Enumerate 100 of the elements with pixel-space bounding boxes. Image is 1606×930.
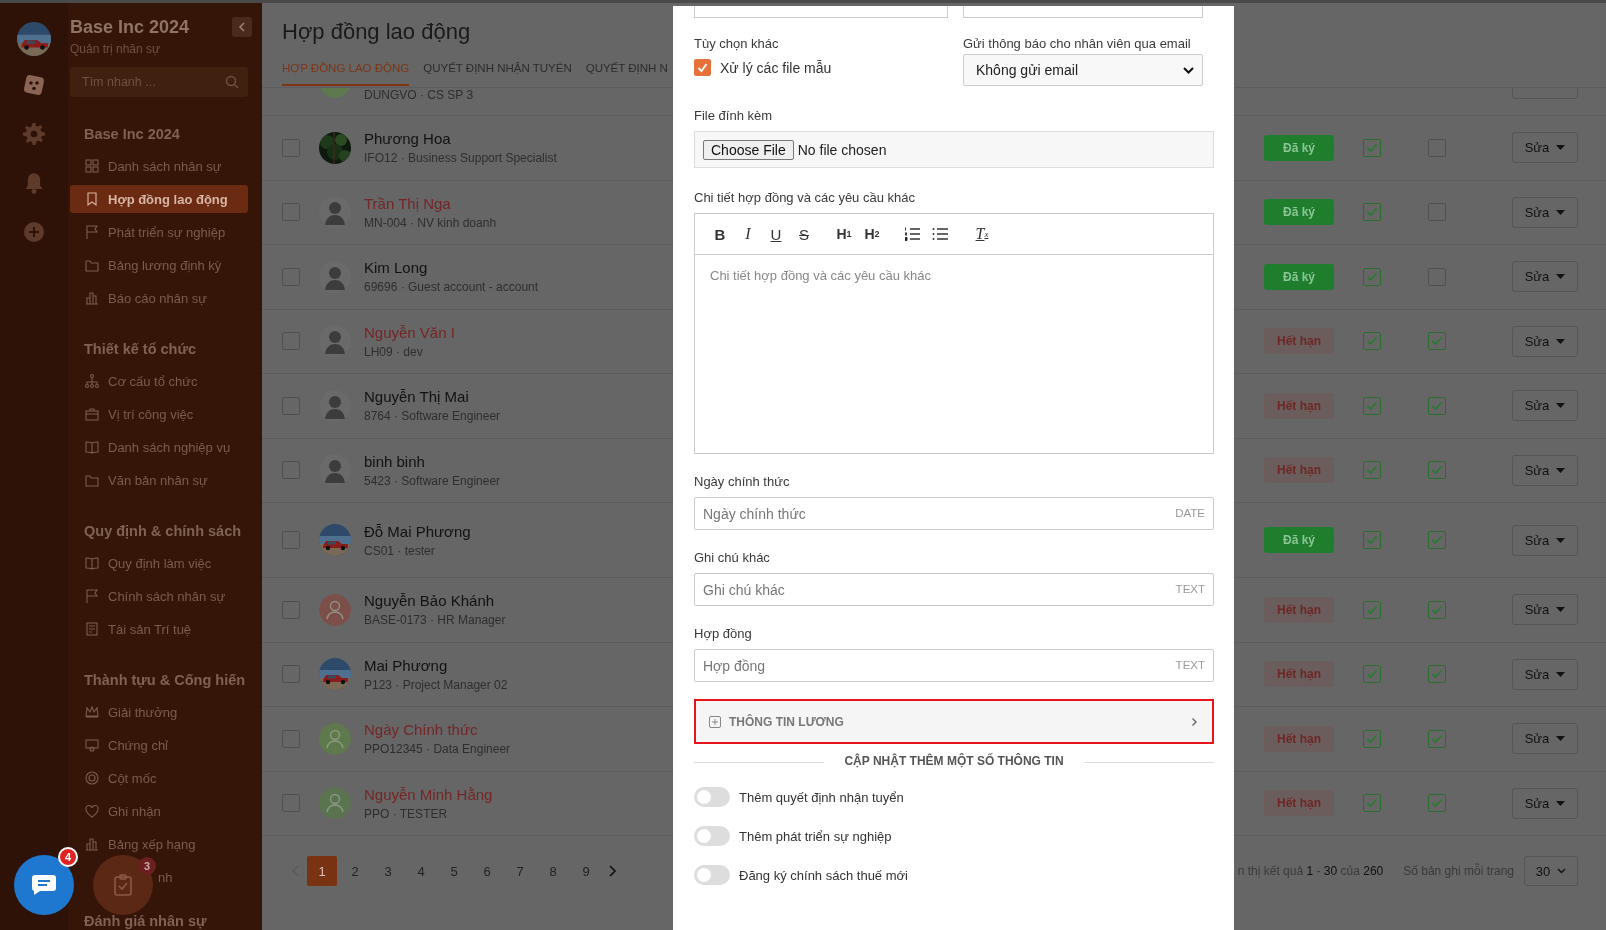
underline-button[interactable]: U	[762, 222, 790, 246]
input-field[interactable]	[694, 6, 948, 18]
choose-file-button[interactable]: Choose File	[703, 139, 794, 160]
edit-button[interactable]: Sửa	[1512, 132, 1578, 164]
edit-button[interactable]: Sửa	[1512, 390, 1578, 422]
sidebar-item[interactable]: Văn bản nhân sự	[70, 466, 248, 494]
status-badge: Đã ký	[1264, 263, 1334, 290]
dice-icon[interactable]	[23, 74, 45, 96]
collapse-button[interactable]	[232, 17, 252, 37]
page-button[interactable]: 9	[571, 856, 601, 886]
page-button[interactable]: 5	[439, 856, 469, 886]
checkbox[interactable]	[1428, 396, 1446, 415]
employee-code: CS01 · tester	[364, 543, 435, 558]
italic-button[interactable]: I	[734, 222, 762, 246]
toggle-switch[interactable]	[694, 787, 730, 807]
checkbox[interactable]	[1428, 729, 1446, 748]
org-name: Base Inc 2024	[70, 17, 190, 38]
sidebar-item[interactable]: Quy định làm việc	[70, 549, 248, 577]
flag-icon	[84, 224, 100, 240]
checkbox[interactable]	[1363, 396, 1381, 415]
toggle-switch[interactable]	[694, 865, 730, 885]
checkbox[interactable]	[1363, 203, 1381, 222]
checkbox[interactable]	[1363, 138, 1381, 157]
edit-button[interactable]: Sửa	[1512, 261, 1578, 293]
plus-box-icon	[709, 715, 721, 728]
edit-button[interactable]: Sửa	[1512, 196, 1578, 228]
sidebar-item[interactable]: Danh sách nhân sự	[70, 152, 248, 180]
sidebar-item[interactable]: Hợp đồng lao động	[70, 185, 248, 213]
checkbox[interactable]	[1363, 461, 1381, 480]
sidebar-item[interactable]: Cột mốc	[70, 764, 248, 792]
org-subtitle: Quản trị nhân sự	[70, 42, 162, 56]
edit-button[interactable]: Sửa	[1512, 658, 1578, 690]
input-field[interactable]	[963, 6, 1203, 18]
page-button[interactable]: 2	[340, 856, 370, 886]
employee-name[interactable]: Kim Long	[364, 259, 428, 277]
sidebar-item[interactable]: Danh sách nghiệp vụ	[70, 433, 248, 461]
caret-icon	[1556, 537, 1566, 543]
sidebar-item[interactable]: Ghi nhận	[70, 797, 248, 825]
page-button[interactable]: 3	[373, 856, 403, 886]
sidebar-item[interactable]: Chứng chỉ	[70, 731, 248, 759]
page-button[interactable]: 1	[307, 856, 337, 886]
checkbox[interactable]	[1363, 794, 1381, 813]
employee-name[interactable]: Mai Phương	[364, 656, 448, 674]
employee-name[interactable]: binh binh	[364, 452, 425, 470]
employee-name[interactable]: Ngày Chính thức	[364, 721, 478, 739]
employee-name[interactable]: Nguyễn Bảo Khánh	[364, 592, 495, 610]
sidebar-item[interactable]: Cơ cấu tổ chức	[70, 367, 248, 395]
employee-name[interactable]: Đỗ Mai Phương	[364, 522, 471, 540]
bell-icon[interactable]	[24, 172, 44, 194]
sidebar-item[interactable]: nh	[158, 863, 248, 891]
strikethrough-button[interactable]: S	[790, 222, 818, 246]
checkbox[interactable]	[1363, 729, 1381, 748]
tab[interactable]: QUYẾT ĐỊNH NHẬN TUYỂN	[423, 61, 572, 86]
sidebar-item[interactable]: Phát triển sự nghiệp	[70, 218, 248, 246]
bar-chart-icon	[84, 290, 100, 306]
employee-name[interactable]: Phương Hoa	[364, 130, 451, 148]
checkbox[interactable]	[1428, 461, 1446, 480]
field-label: Gửi thông báo cho nhân viên qua email	[963, 36, 1192, 51]
employee-name[interactable]: Trần Thị Nga	[364, 194, 451, 212]
edit-button[interactable]: Sửa	[1512, 594, 1578, 626]
toggle-switch[interactable]	[694, 826, 730, 846]
add-icon[interactable]	[23, 221, 45, 243]
checkbox[interactable]	[1428, 665, 1446, 684]
checkbox[interactable]	[1363, 665, 1381, 684]
page-size-select[interactable]: 30	[1524, 856, 1578, 886]
sidebar-item[interactable]: Giải thưởng	[70, 698, 248, 726]
edit-button[interactable]: Sửa	[1512, 454, 1578, 486]
section-divider-title: CẬP NHẬT THÊM MỘT SỐ THÔNG TIN	[844, 754, 1064, 768]
employee-name[interactable]: Nguyễn Thị Mai	[364, 388, 469, 406]
page-button[interactable]: 6	[472, 856, 502, 886]
edit-button[interactable]: Sửa	[1512, 787, 1578, 819]
salary-section-header[interactable]: THÔNG TIN LƯƠNG	[694, 699, 1214, 744]
page-button[interactable]: 8	[538, 856, 568, 886]
checkbox[interactable]	[1363, 332, 1381, 351]
sidebar-item[interactable]: Chính sách nhân sự	[70, 582, 248, 610]
settings-icon[interactable]	[23, 123, 45, 145]
edit-button[interactable]: Sửa	[1512, 325, 1578, 357]
checkbox[interactable]	[1428, 531, 1446, 549]
edit-button[interactable]: Sửa	[1512, 723, 1578, 755]
checkbox[interactable]	[1428, 794, 1446, 813]
email-select[interactable]: Không gửi email	[963, 54, 1203, 86]
checkbox[interactable]	[1363, 600, 1381, 619]
file-field[interactable]: Choose File No file chosen	[694, 131, 1214, 168]
checkbox[interactable]	[1428, 332, 1446, 351]
sidebar-item[interactable]: Bảng lương định kỳ	[70, 251, 248, 279]
sidebar-item[interactable]: Tài sản Trí tuệ	[70, 615, 248, 643]
bold-button[interactable]: B	[706, 222, 734, 246]
checkbox[interactable]	[1363, 531, 1381, 549]
folder-icon	[84, 472, 100, 488]
sidebar-item[interactable]: Báo cáo nhân sự	[70, 284, 248, 312]
employee-name[interactable]: Nguyễn Minh Hằng	[364, 785, 493, 803]
page-button[interactable]: 7	[505, 856, 535, 886]
checkbox[interactable]	[1428, 600, 1446, 619]
employee-name[interactable]: Nguyễn Văn I	[364, 323, 455, 341]
section-title: Thiết kế tổ chức	[84, 341, 198, 357]
checkbox[interactable]	[694, 59, 711, 76]
page-button[interactable]: 4	[406, 856, 436, 886]
sidebar-item[interactable]: Vị trí công việc	[70, 400, 248, 428]
checkbox[interactable]	[1363, 267, 1381, 286]
edit-button[interactable]: Sửa	[1512, 524, 1578, 556]
